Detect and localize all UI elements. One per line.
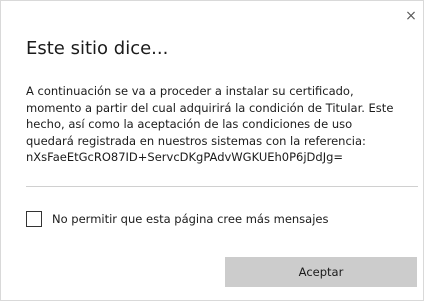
accept-button[interactable]: Aceptar <box>225 257 417 287</box>
close-icon[interactable]: × <box>402 7 420 25</box>
divider <box>26 186 418 187</box>
dialog-title: Este sitio dice... <box>26 38 169 59</box>
suppress-messages-label: No permitir que esta página cree más men… <box>52 212 329 226</box>
message-line: momento a partir del cual adquirirá la c… <box>26 100 394 115</box>
suppress-messages-option[interactable]: No permitir que esta página cree más men… <box>26 211 328 227</box>
message-line: hecho, así como la aceptación de las con… <box>26 117 353 131</box>
dialog-message: A continuación se va a proceder a instal… <box>26 83 421 166</box>
message-line: quedará registrada en nuestros sistemas … <box>26 133 366 148</box>
alert-dialog: × Este sitio dice... A continuación se v… <box>0 0 424 301</box>
suppress-messages-checkbox[interactable] <box>26 211 42 227</box>
message-line: A continuación se va a proceder a instal… <box>26 84 354 98</box>
message-line-reference: nXsFaeEtGcRO87ID+ServcDKgPAdvWGKUEh0P6jD… <box>26 150 344 164</box>
